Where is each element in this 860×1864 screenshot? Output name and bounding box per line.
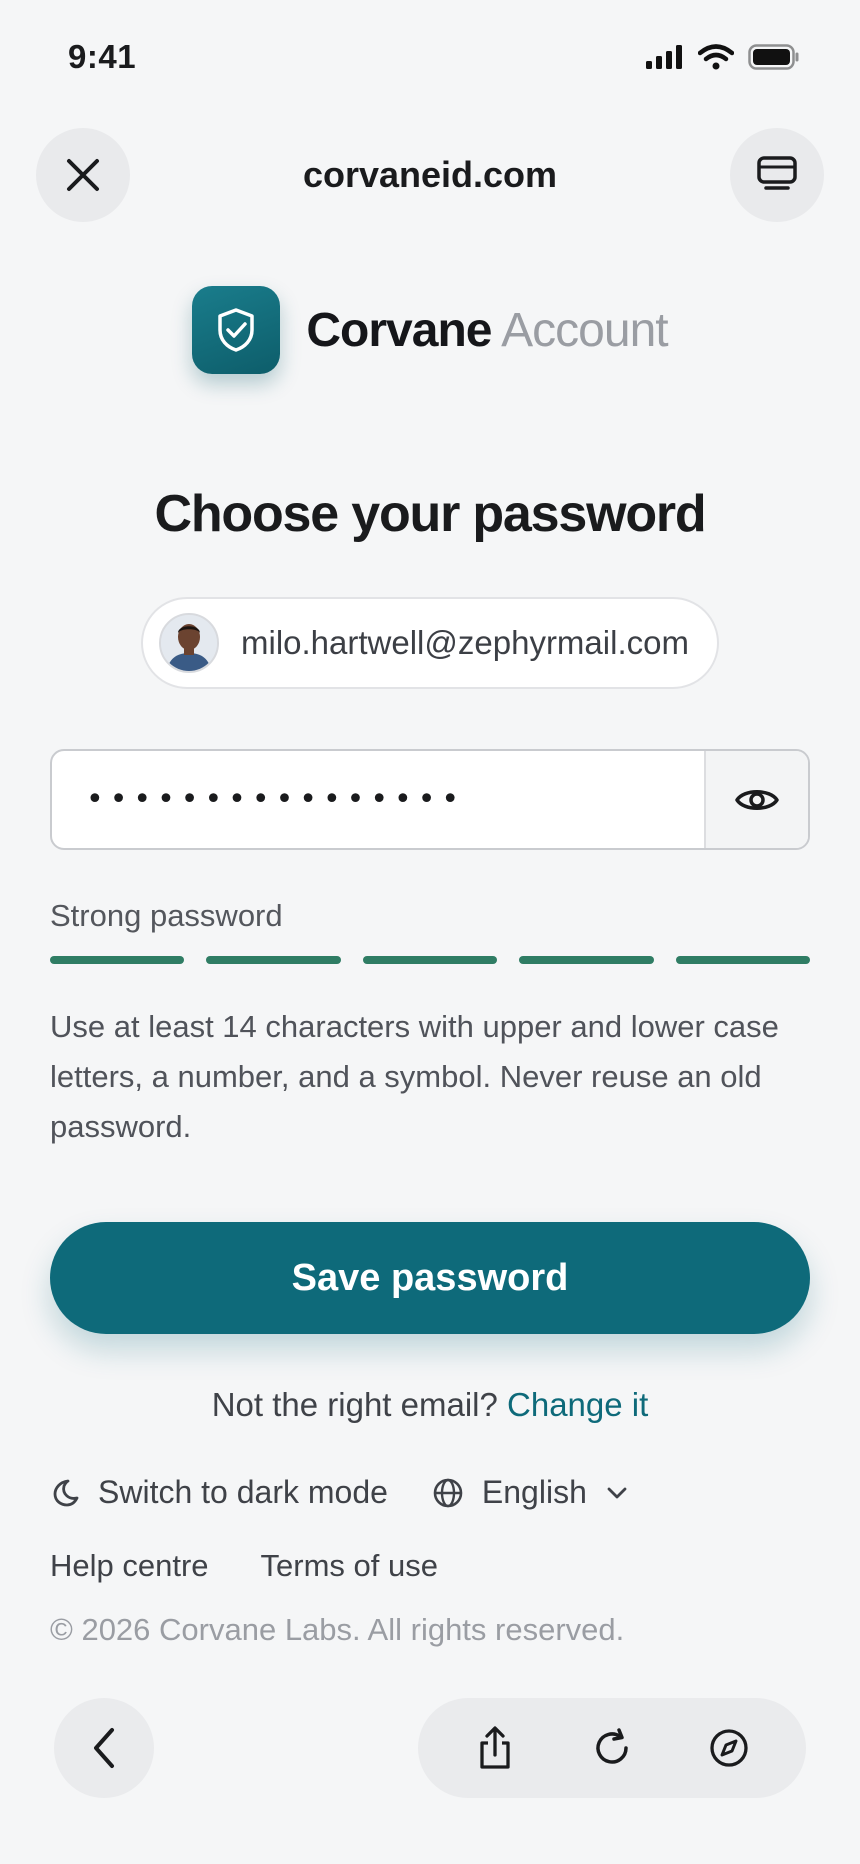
strength-segment [675, 956, 811, 964]
share-icon [480, 1726, 510, 1769]
browser-toolbar [418, 1698, 806, 1798]
globe-icon [433, 1478, 463, 1507]
avatar [159, 613, 219, 673]
compass-icon [710, 1729, 748, 1767]
strength-segment [362, 956, 498, 964]
language-selector[interactable]: English [432, 1474, 629, 1511]
dark-mode-label: Switch to dark mode [98, 1474, 388, 1510]
page-title: Choose your password [154, 485, 707, 543]
cellular-signal-icon [646, 45, 682, 69]
wifi-icon [698, 44, 734, 70]
password-field[interactable] [50, 749, 810, 850]
help-centre-link[interactable]: Help centre [50, 1548, 209, 1584]
strength-segment [206, 956, 341, 964]
back-button[interactable] [54, 1698, 154, 1798]
moon-icon [53, 1479, 79, 1506]
back-icon [94, 1728, 114, 1768]
brand-logo [192, 286, 281, 374]
brand-suffix: Account [501, 303, 668, 357]
strength-segment [519, 956, 654, 964]
strength-meter [50, 956, 811, 964]
eye-icon [735, 789, 779, 810]
tabs-button[interactable] [730, 128, 824, 222]
account-email: milo.hartwell@zephyrmail.com [241, 624, 689, 661]
password-input[interactable] [52, 751, 704, 848]
brand-header: Corvane Account [0, 286, 860, 374]
shield-check-icon [218, 308, 255, 352]
status-time: 9:41 [68, 38, 137, 75]
strength-label: Strong password [50, 898, 283, 933]
strength-segment [50, 956, 185, 964]
save-password-button[interactable]: Save password [50, 1222, 810, 1334]
change-email-link[interactable]: Change it [507, 1386, 648, 1423]
change-email-row: Not the right email? Change it [0, 1386, 860, 1424]
battery-icon [748, 44, 799, 70]
share-button[interactable] [460, 1713, 530, 1783]
reload-button[interactable] [577, 1713, 647, 1783]
show-password-button[interactable] [704, 751, 808, 848]
footer-links: Help centre Terms of use [50, 1548, 438, 1584]
account-email-chip[interactable]: milo.hartwell@zephyrmail.com [141, 597, 719, 689]
compass-button[interactable] [694, 1713, 764, 1783]
chevron-down-icon [607, 1487, 627, 1498]
language-label: English [481, 1474, 587, 1510]
password-hint: Use at least 14 characters with upper an… [50, 1009, 779, 1144]
terms-of-use-link[interactable]: Terms of use [261, 1548, 438, 1584]
tabs-icon [757, 156, 797, 190]
reload-icon [596, 1728, 628, 1764]
footer-settings: Switch to dark mode English [50, 1474, 629, 1511]
status-icons [646, 44, 800, 70]
brand-wordmark: Corvane Account [306, 303, 668, 358]
brand-name: Corvane [306, 303, 492, 357]
change-email-prompt: Not the right email? [211, 1386, 498, 1423]
dark-mode-toggle[interactable]: Switch to dark mode [50, 1474, 388, 1511]
copyright: © 2026 Corvane Labs. All rights reserved… [50, 1612, 625, 1647]
